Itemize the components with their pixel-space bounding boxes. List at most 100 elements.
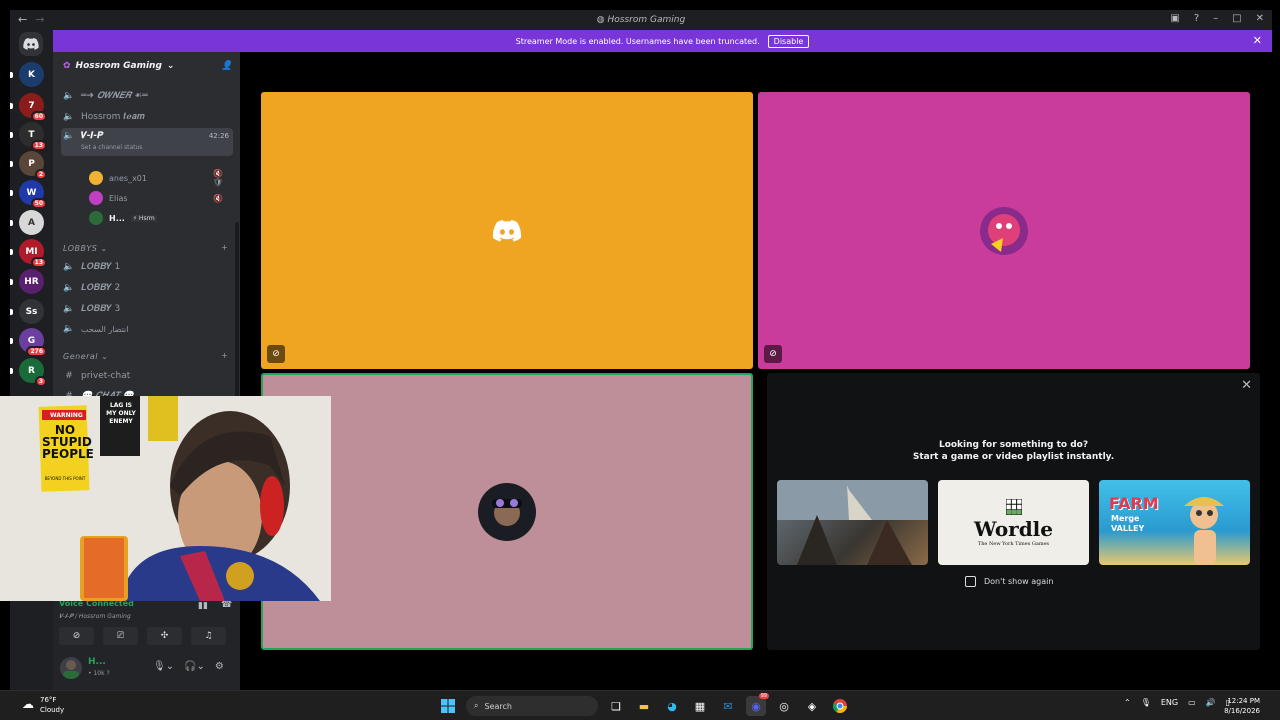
add-channel-icon[interactable]: + <box>221 351 228 360</box>
category-name: LOBBYS <box>63 244 98 253</box>
invite-user-icon[interactable]: 👤 <box>221 61 232 71</box>
taskbar-search-box[interactable]: ⌕ Search <box>466 696 598 716</box>
chevron-down-icon: ⌄ <box>166 61 175 71</box>
server-icon[interactable]: HR <box>19 269 44 294</box>
server-initial: R <box>28 365 35 376</box>
soundboard-button[interactable]: ♫ <box>191 627 226 645</box>
channel-status[interactable]: Set a channel status <box>81 144 142 151</box>
microphone-tray-icon[interactable]: 🎙 <box>1141 698 1151 707</box>
server-icon[interactable]: G 276 <box>19 328 47 357</box>
steam-icon[interactable]: ◈ <box>802 696 822 716</box>
voice-channel-lobby[interactable]: 🔈 𝑳𝑶𝑩𝑩𝒀 1 <box>61 258 233 276</box>
avatar <box>478 482 536 541</box>
camera-off-button[interactable]: ⊘ <box>59 627 94 645</box>
voice-channel-team[interactable]: 🔈 Hossrom 𝒕𝒆𝒂𝒎 <box>61 108 233 126</box>
temperature: 76°F <box>40 696 57 704</box>
voice-channel-owner[interactable]: 🔈 ═➜ 𝑶𝑾𝑵𝑬𝑹 ☙═ <box>61 87 233 105</box>
add-channel-icon[interactable]: + <box>221 243 228 252</box>
voice-channel-lobby[interactable]: 🔈 𝑳𝑶𝑩𝑩𝒀 2 <box>61 279 233 297</box>
voice-member[interactable]: H... ⚡ Hsrm <box>89 210 157 226</box>
server-icon[interactable]: R3 <box>19 358 47 387</box>
server-icon[interactable]: MI 13 <box>19 239 47 268</box>
participant-tile-anes[interactable]: ⊘ <box>261 92 753 369</box>
volume-icon[interactable]: 🔊 <box>1206 698 1216 707</box>
server-icon[interactable]: K <box>19 62 44 87</box>
microphone-icon[interactable]: 🎙⌄ <box>153 661 174 672</box>
activity-card-farm-merge-valley[interactable]: FARM Merge VALLEY <box>1099 480 1250 565</box>
windows-start-icon[interactable] <box>438 696 458 716</box>
server-icon[interactable]: W 50 <box>19 180 47 209</box>
voice-channel-vip[interactable]: 🔈 𝑽-𝑰-𝑷 42:26 Set a channel status <box>61 128 233 156</box>
username: H... <box>88 657 106 667</box>
tray-overflow-icon[interactable]: ⌃ <box>1124 698 1131 707</box>
voice-channel-lobby[interactable]: 🔈 𝑳𝑶𝑩𝑩𝒀 3 <box>61 300 233 318</box>
lag-sign-text: LAG IS MY ONLY ENEMY <box>106 402 136 425</box>
server-icon[interactable]: T 13 <box>19 122 47 151</box>
help-icon[interactable]: ? <box>1194 13 1199 24</box>
member-name: anes_x01 <box>109 173 147 183</box>
settings-gear-icon[interactable]: ⚙ <box>215 661 224 672</box>
system-clock[interactable]: 12:24 PM 8/16/2026 <box>1222 696 1260 716</box>
mention-badge: 13 <box>30 257 47 268</box>
category-name: General <box>63 352 99 361</box>
avatar <box>89 191 103 205</box>
language-indicator[interactable]: ENG <box>1161 698 1178 707</box>
task-view-icon[interactable]: ❏ <box>606 696 626 716</box>
weather-condition: Cloudy <box>40 706 65 714</box>
store-icon[interactable]: ▦ <box>690 696 710 716</box>
clock-time: 12:24 PM <box>1227 697 1260 705</box>
outlook-icon[interactable]: ✉ <box>718 696 738 716</box>
voice-location[interactable]: 𝑽-𝑰-𝑷 / Hossrom Gaming <box>59 613 131 621</box>
avatar <box>980 206 1028 255</box>
dont-show-again-option[interactable]: Don't show again <box>965 576 1053 587</box>
voice-channel-lobby[interactable]: 🔈 انتضار السحب <box>61 320 233 338</box>
server-name: Hossrom Gaming <box>75 61 162 71</box>
mute-icon: 🔇 <box>213 193 223 203</box>
discord-taskbar-icon[interactable]: ◉ 99 <box>746 693 769 716</box>
server-icon[interactable]: A <box>19 210 44 235</box>
voice-member[interactable]: Elias 🔇 <box>89 190 223 206</box>
checkbox[interactable] <box>965 576 976 587</box>
scrollbar[interactable] <box>235 222 239 402</box>
screen-share-button[interactable]: ⎚ <box>103 627 138 645</box>
user-avatar[interactable] <box>60 657 82 679</box>
mention-badge: 50 <box>30 198 47 209</box>
close-icon[interactable]: ✕ <box>1256 13 1264 24</box>
banner-close-icon[interactable]: ✕ <box>1253 34 1262 47</box>
activity-card-wordle[interactable]: Wordle The New York Times Games <box>938 480 1089 565</box>
member-tag: ⚡ Hsrm <box>130 214 157 222</box>
edge-browser-icon[interactable]: ◕ <box>662 696 682 716</box>
category-general[interactable]: General ⌄ + <box>63 351 228 361</box>
server-icon[interactable]: P2 <box>19 151 47 180</box>
disconnect-icon[interactable]: ☎ <box>221 600 232 610</box>
activity-card-pirates[interactable] <box>777 480 928 565</box>
server-header[interactable]: ✿ Hossrom Gaming ⌄ 👤 <box>63 61 232 71</box>
close-panel-icon[interactable]: ✕ <box>1241 378 1252 393</box>
inbox-icon[interactable]: ▣ <box>1170 13 1179 24</box>
screen-share-icon: ⎚ <box>116 631 125 641</box>
hashtag-icon: # <box>65 371 73 381</box>
home-button[interactable] <box>19 32 43 56</box>
unread-indicator <box>10 279 13 285</box>
app-icon[interactable]: ◎ <box>774 696 794 716</box>
category-lobbys[interactable]: LOBBYS ⌄ + <box>63 243 228 253</box>
minimize-icon[interactable]: – <box>1213 13 1218 24</box>
participant-tile-elias[interactable]: ⊘ <box>758 92 1250 369</box>
wordle-title: Wordle <box>973 516 1053 541</box>
participant-tile-self[interactable] <box>261 373 753 650</box>
chrome-icon[interactable] <box>830 696 850 716</box>
file-explorer-icon[interactable]: ▬ <box>634 696 654 716</box>
network-icon[interactable]: ▭ <box>1188 698 1196 707</box>
maximize-icon[interactable]: □ <box>1232 13 1241 24</box>
noise-suppression-icon[interactable]: ▮▮ <box>198 601 208 611</box>
text-channel[interactable]: # privet-chat <box>61 367 233 385</box>
server-initial: MI <box>25 246 38 257</box>
unread-indicator <box>10 338 13 344</box>
voice-member[interactable]: anes_x01 🔇 🛡 <box>89 169 223 187</box>
headphones-icon[interactable]: 🎧⌄ <box>184 661 205 672</box>
activities-button[interactable]: ✣ <box>147 627 182 645</box>
disable-button[interactable]: Disable <box>767 34 810 48</box>
server-icon[interactable]: 7 60 <box>19 93 47 122</box>
camera-off-icon: ⊘ <box>72 631 81 641</box>
server-icon[interactable]: Ss <box>19 299 44 324</box>
